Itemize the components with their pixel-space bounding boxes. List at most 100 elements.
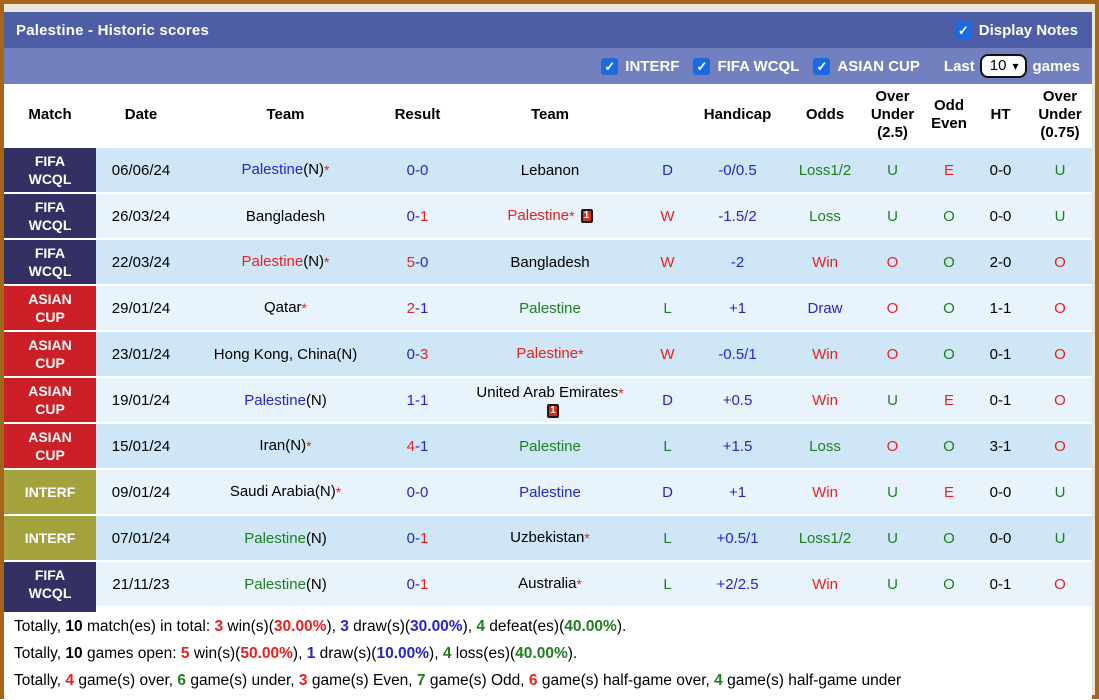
- away-team-name[interactable]: Bangladesh: [510, 254, 589, 271]
- totals-segment: 10.00%: [376, 645, 430, 662]
- home-score: 1: [406, 391, 415, 409]
- totals-footer: Totally, 10 match(es) in total: 3 win(s)…: [4, 606, 1092, 700]
- wdl-indicator: L: [650, 562, 685, 606]
- odds-result: Loss1/2: [790, 516, 860, 560]
- wdl-indicator: D: [650, 378, 685, 422]
- away-score: 3: [420, 345, 429, 363]
- away-score: 1: [420, 299, 429, 317]
- home-team-name[interactable]: Palestine: [244, 392, 306, 409]
- red-card-icon: 1: [547, 403, 559, 418]
- odd-even: E: [925, 470, 973, 514]
- home-team-name[interactable]: Palestine: [244, 576, 306, 593]
- match-date: 29/01/24: [96, 286, 186, 330]
- totals-segment: game(s) half-game over,: [537, 672, 715, 689]
- home-team-line: Palestine(N)*: [242, 160, 330, 180]
- away-team-name[interactable]: United Arab Emirates: [476, 384, 618, 401]
- home-team-line: Qatar*: [264, 298, 307, 318]
- home-team-name[interactable]: Bangladesh: [246, 208, 325, 225]
- totals-segment: 4: [476, 618, 485, 635]
- handicap-value: +0.5: [685, 378, 790, 422]
- away-team-name[interactable]: Palestine: [516, 345, 578, 362]
- home-team-line: Saudi Arabia(N)*: [230, 482, 341, 502]
- away-team: Palestine*: [450, 332, 650, 376]
- filter-checkbox-1[interactable]: ✓: [601, 57, 619, 75]
- star-marker: *: [301, 300, 307, 316]
- home-score: 0: [406, 161, 415, 179]
- table-row: ASIAN CUP 15/01/24 Iran(N)* 4-1 Palestine L +1…: [4, 422, 1092, 468]
- away-team-name[interactable]: Lebanon: [521, 162, 579, 179]
- half-time-score: 0-0: [973, 516, 1028, 560]
- last-games-select[interactable]: 10 ▾: [979, 54, 1028, 78]
- home-team-name[interactable]: Iran: [259, 437, 285, 454]
- competition-badge: FIFA WCQL: [4, 148, 96, 192]
- half-time-score: 1-1: [973, 286, 1028, 330]
- totals-segment: 30.00%: [410, 618, 463, 635]
- totals-segment: ).: [616, 618, 627, 635]
- wdl-indicator: W: [650, 194, 685, 238]
- filter-checkbox-3[interactable]: ✓: [813, 57, 831, 75]
- star-marker: *: [576, 576, 582, 592]
- column-header-team: Team: [530, 106, 570, 123]
- away-team-name[interactable]: Australia: [518, 575, 576, 592]
- totals-segment: 4: [714, 672, 723, 689]
- away-team-name[interactable]: Palestine: [519, 438, 581, 455]
- filter-interf: ✓ INTERF: [601, 57, 679, 75]
- home-team-name[interactable]: Palestine: [242, 253, 304, 270]
- over-under-075: U: [1028, 148, 1092, 192]
- half-time-score: 0-0: [973, 148, 1028, 192]
- star-marker: *: [324, 162, 330, 178]
- competition-badge: ASIAN CUP: [4, 378, 96, 422]
- away-team: Lebanon: [450, 148, 650, 192]
- column-header-blank-5: [650, 84, 685, 146]
- handicap-value: +1.5: [685, 424, 790, 468]
- half-time-score: 2-0: [973, 240, 1028, 284]
- result-line: 0-1: [407, 529, 429, 548]
- home-team-name[interactable]: Hong Kong, China: [214, 346, 337, 363]
- half-time-score: 3-1: [973, 424, 1028, 468]
- odd-even: O: [925, 286, 973, 330]
- last-games-value: 10: [989, 57, 1007, 74]
- column-header-result: Result: [394, 106, 441, 123]
- away-team-name[interactable]: Palestine: [507, 207, 569, 224]
- totals-segment: 6: [528, 672, 538, 689]
- match-date: 21/11/23: [96, 562, 186, 606]
- table-row: INTERF 09/01/24 Saudi Arabia(N)* 0-0 Palesti…: [4, 468, 1092, 514]
- totals-segment: Totally,: [14, 672, 66, 689]
- home-team-name[interactable]: Palestine: [244, 530, 306, 547]
- match-result: 4-1: [385, 424, 450, 468]
- home-team: Saudi Arabia(N)*: [186, 470, 385, 514]
- totals-segment: Totally,: [14, 618, 66, 635]
- home-team-name[interactable]: Qatar: [264, 299, 302, 316]
- away-team: United Arab Emirates* 1: [450, 378, 650, 422]
- star-marker: *: [306, 438, 312, 454]
- filter-fifa-wcql: ✓ FIFA WCQL: [693, 57, 799, 75]
- column-header-odds: Odds: [805, 106, 845, 123]
- page-title: Palestine - Historic scores: [16, 21, 209, 39]
- filter-checkbox-2[interactable]: ✓: [693, 57, 711, 75]
- away-score: 0: [420, 253, 429, 271]
- column-header-ht: HT: [990, 106, 1011, 123]
- away-team-name[interactable]: Palestine: [519, 484, 581, 501]
- away-score: 1: [420, 207, 429, 225]
- totals-segment: 6: [177, 672, 187, 689]
- totals-segment: 40.00%: [564, 618, 617, 635]
- wdl-indicator: L: [650, 424, 685, 468]
- home-team-name[interactable]: Saudi Arabia: [230, 483, 315, 500]
- competition-badge: ASIAN CUP: [4, 424, 96, 468]
- away-team-name[interactable]: Palestine: [519, 300, 581, 317]
- display-notes-checkbox[interactable]: ✓: [954, 21, 972, 39]
- display-notes-label: Display Notes: [978, 21, 1078, 39]
- away-team-line: Palestine: [519, 299, 581, 318]
- over-under-25: U: [860, 470, 925, 514]
- page: Palestine - Historic scores ✓ Display No…: [0, 0, 1099, 700]
- neutral-venue-suffix: (N): [305, 391, 327, 409]
- home-team-line: Iran(N)*: [259, 436, 311, 456]
- totals-segment: 7: [416, 672, 426, 689]
- home-team-name[interactable]: Palestine: [242, 161, 304, 178]
- away-team-name[interactable]: Uzbekistan: [510, 529, 584, 546]
- last-games-control: Last 10 ▾ games: [944, 54, 1080, 78]
- away-team: Uzbekistan*: [450, 516, 650, 560]
- home-score: 2: [406, 299, 415, 317]
- star-marker: *: [569, 208, 575, 224]
- totals-line-2: Totally, 10 games open: 5 win(s)(50.00%)…: [14, 640, 1082, 667]
